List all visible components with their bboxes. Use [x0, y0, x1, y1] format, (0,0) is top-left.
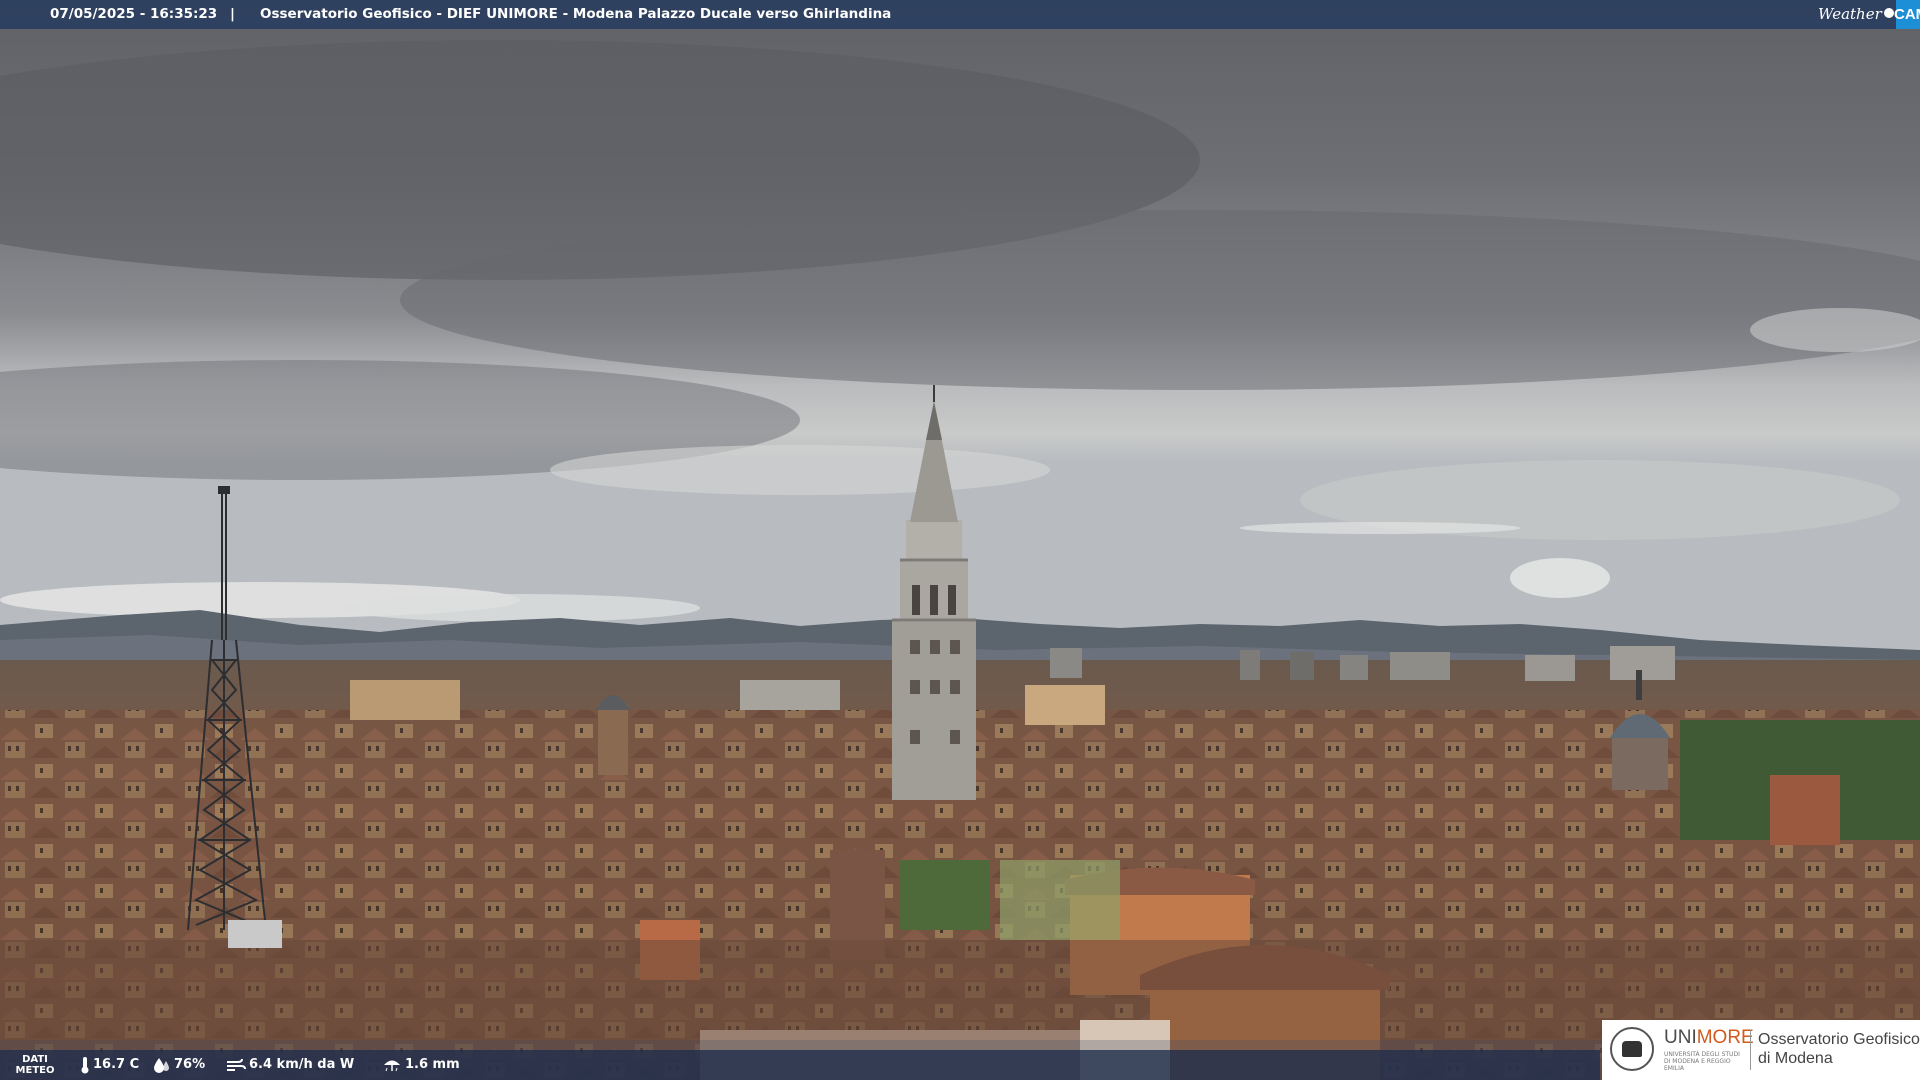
humidity-reading: 76%	[153, 1050, 205, 1080]
logo-divider	[1750, 1030, 1751, 1070]
unimore-wordmark: UNIMORE	[1664, 1027, 1754, 1048]
humidity-icon	[154, 1057, 169, 1073]
brand-dot-icon	[1884, 8, 1894, 18]
weathercam-logo: Weather CAM	[1810, 0, 1920, 29]
temperature-value: 16.7 C	[93, 1057, 140, 1072]
wind-icon	[227, 1058, 246, 1071]
rain-value: 1.6 mm	[405, 1057, 460, 1072]
unimore-seal-icon	[1610, 1027, 1654, 1071]
title-separator: |	[230, 6, 235, 22]
info-bar: 07/05/2025 - 16:35:23 | Osservatorio Geo…	[0, 0, 1920, 29]
temperature-reading: 16.7 C	[80, 1050, 139, 1080]
thermometer-icon	[81, 1056, 89, 1073]
observatory-name: Osservatorio Geofisico di Modena	[1758, 1031, 1920, 1067]
weather-label: DATI METEO	[8, 1054, 62, 1076]
brand-weather-text: Weather	[1818, 5, 1882, 23]
timestamp: 07/05/2025 - 16:35:23	[50, 6, 218, 22]
unimore-observatory-logo: UNIMORE UNIVERSITÀ DEGLI STUDI DI MODENA…	[1602, 1020, 1920, 1080]
wind-reading: 6.4 km/h da W	[226, 1050, 354, 1080]
wind-value: 6.4 km/h da W	[249, 1057, 355, 1072]
weather-label-line2: METEO	[15, 1065, 55, 1076]
unimore-subtitle: UNIVERSITÀ DEGLI STUDI DI MODENA E REGGI…	[1664, 1051, 1740, 1072]
weather-label-line1: DATI	[22, 1054, 48, 1065]
brand-cam-text: CAM	[1894, 6, 1920, 23]
camera-title: Osservatorio Geofisico - DIEF UNIMORE - …	[260, 6, 892, 22]
brand-cam-box: CAM	[1894, 0, 1920, 29]
humidity-value: 76%	[174, 1057, 206, 1072]
weather-data-bar: DATI METEO 16.7 C 76% 6.4 km/h da W 1.6 …	[0, 1050, 1600, 1080]
webcam-image	[0, 0, 1920, 1080]
rain-icon	[384, 1060, 400, 1071]
rain-reading: 1.6 mm	[382, 1050, 460, 1080]
